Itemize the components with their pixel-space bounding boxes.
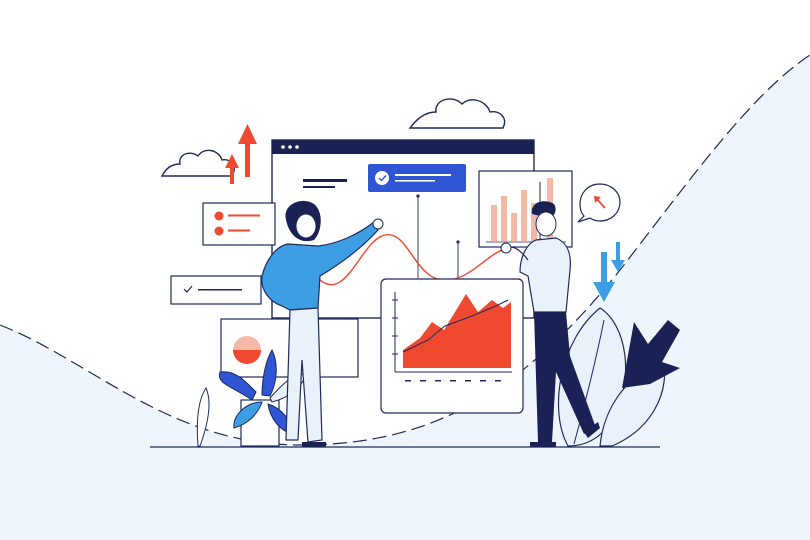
cloud-icon [408,98,506,129]
list-card [202,202,276,246]
area-chart-card [380,278,524,414]
speech-bubble [577,183,621,223]
bar-chart-card [478,170,573,248]
pie-chart-icon [233,336,261,364]
illustration-scene [0,54,810,540]
checklist-card [170,275,262,305]
cloud-icon [160,149,235,177]
up-arrow-icon [238,124,257,177]
